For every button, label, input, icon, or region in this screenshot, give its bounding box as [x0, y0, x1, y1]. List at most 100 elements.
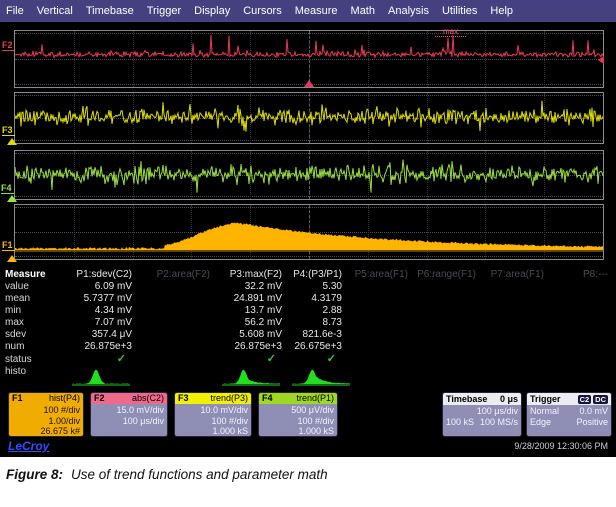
measure-value-p8-sdev — [552, 329, 616, 341]
trace-f4-waveform — [15, 151, 603, 199]
timebase-scale: 100 μs/div — [477, 406, 518, 417]
figure-caption: Figure 8:Use of trend functions and para… — [6, 467, 328, 482]
measure-row-label-min: min — [0, 305, 60, 317]
lecroy-logo: LeCroy — [8, 439, 49, 453]
measure-value-p2-min — [140, 305, 218, 317]
measure-value-p7-mean — [484, 293, 552, 305]
param-header-p7[interactable]: P7:area(F1) — [484, 268, 552, 281]
measure-value-p5-max — [350, 317, 416, 329]
histicon-p8-empty — [552, 366, 616, 392]
param-header-p2[interactable]: P2:area(F2) — [140, 268, 218, 281]
menu-measure[interactable]: Measure — [295, 5, 338, 17]
measure-row-label-num: num — [0, 341, 60, 353]
param-header-p3[interactable]: P3:max(F2) — [218, 268, 290, 281]
measure-row-label-mean: mean — [0, 293, 60, 305]
descriptor-function: trend(P3) — [210, 393, 248, 404]
measure-value-p2-num — [140, 341, 218, 353]
menu-analysis[interactable]: Analysis — [388, 5, 429, 17]
menu-timebase[interactable]: Timebase — [86, 5, 134, 17]
descriptor-line: 1.000 kS — [262, 426, 334, 437]
trigger-type: Edge — [530, 417, 551, 428]
measure-value-p6-num — [416, 341, 484, 353]
menu-trigger[interactable]: Trigger — [147, 5, 181, 17]
measure-value-p3-value: 32.2 mV — [218, 281, 290, 293]
parameter-gate-label: max — [435, 27, 466, 37]
measure-value-p5-value — [350, 281, 416, 293]
descriptor-line: 100 #/div — [178, 416, 248, 427]
measure-value-p4-sdev: 821.6e-3 — [290, 329, 350, 341]
measure-value-p3-sdev: 5.608 mV — [218, 329, 290, 341]
descriptor-id: F1 — [12, 393, 23, 404]
status-p8 — [552, 353, 616, 366]
trace-label-f4[interactable]: F4 — [1, 183, 14, 194]
measure-value-p7-min — [484, 305, 552, 317]
menu-bar: File Vertical Timebase Trigger Display Cursor… — [0, 0, 616, 22]
timebase-samplerate: 100 MS/s — [480, 417, 518, 428]
menu-display[interactable]: Display — [194, 5, 230, 17]
param-header-p8[interactable]: P8:--- — [552, 268, 616, 281]
descriptor-function: abs(C2) — [132, 393, 164, 404]
trace-label-f1[interactable]: F1 — [2, 240, 15, 251]
descriptor-box-f2[interactable]: F2abs(C2)15.0 mV/div100 μs/div — [90, 392, 168, 437]
param-header-p5[interactable]: P5:area(F1) — [350, 268, 416, 281]
menu-cursors[interactable]: Cursors — [243, 5, 282, 17]
measure-value-p5-min — [350, 305, 416, 317]
histicon-p1 — [60, 366, 140, 392]
f4-zero-marker-icon — [7, 195, 17, 202]
param-header-p1[interactable]: P1:sdev(C2) — [60, 268, 140, 281]
status-p4: ✓ — [290, 353, 350, 366]
waveform-grid-f3 — [14, 92, 604, 144]
trace-label-f3[interactable]: F3 — [2, 125, 15, 136]
figure-caption-label: Figure 8: — [6, 467, 63, 482]
histicon-p2-empty — [140, 366, 218, 392]
status-check-icon: ✓ — [117, 353, 132, 365]
descriptor-line: 500 μV/div — [262, 405, 334, 416]
menu-vertical[interactable]: Vertical — [37, 5, 73, 17]
descriptor-line: 100 μs/div — [94, 416, 164, 427]
measure-value-p3-num: 26.875e+3 — [218, 341, 290, 353]
descriptor-box-f3[interactable]: F3trend(P3)10.0 mV/div100 #/div1.000 kS — [174, 392, 252, 437]
trigger-badge-c2: C2 — [578, 395, 592, 404]
status-p6 — [416, 353, 484, 366]
descriptor-id: F2 — [94, 393, 105, 404]
trace-label-f2[interactable]: F2 — [2, 40, 15, 51]
menu-file[interactable]: File — [6, 5, 24, 17]
descriptor-line: 1.00/div — [12, 416, 80, 427]
param-header-p6[interactable]: P6:range(F1) — [416, 268, 484, 281]
f3-zero-marker-icon — [7, 138, 17, 145]
trigger-level-marker-icon[interactable] — [598, 56, 604, 64]
measure-value-p6-min — [416, 305, 484, 317]
descriptor-box-f4[interactable]: F4trend(P1)500 μV/div100 #/div1.000 kS — [258, 392, 338, 437]
status-check-icon: ✓ — [327, 353, 342, 365]
menu-help[interactable]: Help — [490, 5, 513, 17]
measure-value-p4-value: 5.30 — [290, 281, 350, 293]
descriptor-box-f1[interactable]: F1hist(P4)100 #/div1.00/div26.675 k# — [8, 392, 84, 437]
param-header-p4[interactable]: P4:(P3/P1) — [290, 268, 350, 281]
trigger-time-marker-icon[interactable] — [304, 80, 314, 87]
trigger-source-badges: C2DC — [576, 393, 608, 405]
f1-zero-marker-icon — [7, 255, 17, 262]
status-p5 — [350, 353, 416, 366]
measure-value-p4-min: 2.88 — [290, 305, 350, 317]
measure-row-label-sdev: sdev — [0, 329, 60, 341]
trace-f2-waveform — [15, 31, 603, 87]
measure-row-label-histo: histo — [0, 366, 60, 392]
menu-utilities[interactable]: Utilities — [442, 5, 477, 17]
descriptor-function: hist(P4) — [49, 393, 80, 404]
status-p1: ✓ — [60, 353, 140, 366]
measure-value-p1-sdev: 357.4 μV — [60, 329, 140, 341]
trigger-title: Trigger — [530, 393, 561, 405]
oscilloscope-window: File Vertical Timebase Trigger Display Cursor… — [0, 0, 616, 457]
timebase-descriptor-box[interactable]: Timebase 0 μs 100 μs/div 100 kS 100 MS/s — [442, 392, 522, 437]
measure-value-p5-num — [350, 341, 416, 353]
waveform-grid-f1 — [14, 204, 604, 260]
descriptor-function: trend(P1) — [296, 393, 334, 404]
trigger-badge-dc: DC — [593, 395, 608, 404]
histicon-p3 — [218, 366, 290, 392]
histicon-sparkline — [70, 366, 132, 388]
measure-value-p3-max: 56.2 mV — [218, 317, 290, 329]
menu-math[interactable]: Math — [351, 5, 375, 17]
trigger-descriptor-box[interactable]: Trigger C2DC Normal 0.0 mV Edge Positive — [526, 392, 612, 437]
descriptor-line: 1.000 kS — [178, 426, 248, 437]
timebase-title: Timebase — [446, 393, 487, 405]
